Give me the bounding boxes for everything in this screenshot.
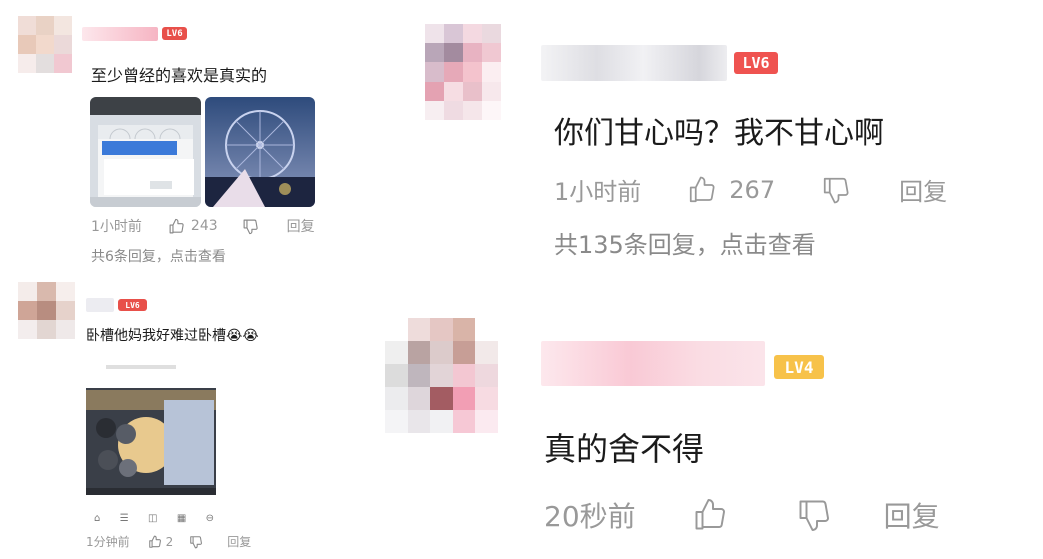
toolbar-icon-5[interactable]: ⊖ bbox=[206, 513, 214, 524]
like-count: 267 bbox=[729, 175, 776, 204]
reply-button[interactable]: 回复 bbox=[227, 533, 251, 550]
username[interactable] bbox=[82, 27, 158, 41]
toolbar-icon-1[interactable]: ⌂ bbox=[94, 513, 100, 524]
username[interactable] bbox=[541, 45, 727, 81]
comment-image-ferris-wheel[interactable] bbox=[205, 97, 315, 207]
username[interactable] bbox=[86, 298, 114, 312]
ferris-wheel-photo bbox=[205, 97, 315, 207]
timestamp: 1分钟前 bbox=[86, 535, 130, 549]
username[interactable] bbox=[541, 341, 765, 386]
timestamp: 20秒前 bbox=[544, 500, 636, 533]
reply-button[interactable]: 回复 bbox=[884, 495, 940, 535]
comment-text: 真的舍不得 bbox=[544, 430, 705, 468]
store-photo bbox=[90, 97, 201, 207]
avatar[interactable] bbox=[18, 16, 72, 74]
thumbs-up-icon[interactable] bbox=[168, 218, 185, 235]
avatar[interactable] bbox=[425, 24, 501, 120]
reply-button[interactable]: 回复 bbox=[287, 216, 315, 236]
level-badge: LV6 bbox=[734, 52, 778, 74]
timestamp: 1小时前 bbox=[91, 219, 142, 235]
timestamp: 1小时前 bbox=[554, 178, 642, 206]
screenshot-photo bbox=[86, 360, 216, 495]
comment-meta: 1分钟前 2 回复 bbox=[86, 533, 251, 550]
comment-text: 卧槽他妈我好难过卧槽😭😭 bbox=[86, 325, 259, 345]
crying-emoji: 😭 bbox=[226, 328, 243, 344]
level-badge: LV6 bbox=[118, 299, 147, 311]
toolbar-icon-4[interactable]: ▦ bbox=[177, 513, 186, 524]
comment-text: 你们甘心吗？我不甘心啊 bbox=[554, 116, 884, 151]
comment-image-photo[interactable] bbox=[86, 360, 216, 495]
view-replies-link[interactable]: 共6条回复，点击查看 bbox=[91, 246, 226, 266]
reply-button[interactable]: 回复 bbox=[899, 172, 947, 207]
thumbs-up-icon[interactable] bbox=[692, 497, 728, 533]
comment-meta: 1小时前 243 回复 bbox=[91, 216, 315, 236]
avatar[interactable] bbox=[18, 282, 75, 339]
view-replies-link[interactable]: 共135条回复，点击查看 bbox=[554, 225, 816, 260]
thumbs-down-icon[interactable] bbox=[189, 535, 203, 549]
thumbs-down-icon[interactable] bbox=[242, 218, 259, 235]
like-count: 243 bbox=[190, 218, 218, 234]
thumbs-down-icon[interactable] bbox=[796, 497, 832, 533]
like-count: 2 bbox=[165, 534, 174, 549]
level-badge: LV4 bbox=[774, 355, 824, 379]
comment-text: 至少曾经的喜欢是真实的 bbox=[91, 66, 268, 85]
toolbar-icon-3[interactable]: ◫ bbox=[148, 513, 157, 524]
avatar[interactable] bbox=[385, 318, 498, 433]
image-toolbar: ⌂ ☰ ◫ ▦ ⊖ bbox=[94, 513, 214, 524]
thumbs-down-icon[interactable] bbox=[821, 175, 851, 205]
toolbar-icon-2[interactable]: ☰ bbox=[120, 513, 129, 524]
comment-meta: 20秒前 回复 bbox=[544, 495, 940, 535]
comment-image-store[interactable] bbox=[90, 97, 201, 207]
crying-emoji: 😭 bbox=[242, 328, 259, 344]
comment-body: 卧槽他妈我好难过卧槽 bbox=[86, 328, 226, 344]
comment-meta: 1小时前 267 回复 bbox=[554, 172, 947, 207]
level-badge: LV6 bbox=[162, 27, 187, 40]
thumbs-up-icon[interactable] bbox=[148, 535, 162, 549]
thumbs-up-icon[interactable] bbox=[687, 175, 717, 205]
